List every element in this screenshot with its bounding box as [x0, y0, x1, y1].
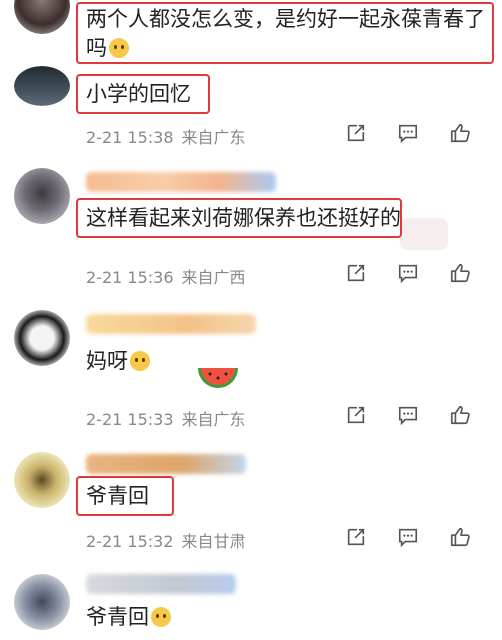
comment-item-6: 爷青回: [0, 570, 502, 640]
avatar[interactable]: [14, 66, 70, 106]
comment-text-content: 妈呀: [86, 349, 128, 373]
username[interactable]: [86, 314, 256, 334]
share-button[interactable]: [330, 402, 382, 428]
comment-text: 爷青回: [86, 602, 171, 632]
crying-emoji-icon: [130, 351, 150, 371]
comment-date: 2-21 15:33: [86, 410, 174, 429]
comment-text-line2: 吗: [86, 33, 129, 63]
comment-item-5: 爷青回 2-21 15:32 来自甘肃: [0, 446, 502, 576]
comment-actions: [330, 402, 486, 428]
comment-button[interactable]: [382, 524, 434, 550]
avatar[interactable]: [14, 168, 70, 224]
comment-icon: [398, 406, 418, 426]
username[interactable]: [86, 454, 246, 474]
like-button[interactable]: [434, 402, 486, 428]
comment-text-content: 爷青回: [86, 605, 149, 629]
avatar[interactable]: [14, 310, 70, 366]
comment-meta: 2-21 15:36 来自广西: [86, 264, 254, 288]
comment-location: 来自广东: [181, 410, 246, 429]
like-button[interactable]: [434, 524, 486, 550]
thumbs-up-icon: [450, 263, 470, 283]
watermelon-sticker-icon: [198, 368, 238, 388]
avatar[interactable]: [14, 452, 70, 508]
comment-button[interactable]: [382, 120, 434, 146]
comment-item-1: 两个人都没怎么变，是约好一起永葆青春了 吗: [0, 0, 502, 72]
username[interactable]: [86, 172, 276, 192]
comment-date: 2-21 15:38: [86, 128, 174, 147]
avatar[interactable]: [14, 574, 70, 630]
astonished-emoji-icon: [109, 38, 129, 58]
comment-actions: [330, 524, 486, 550]
comment-text: 小学的回忆: [86, 82, 191, 106]
comment-text: 两个人都没怎么变，是约好一起永葆青春了: [86, 7, 485, 31]
comment-text: 妈呀: [86, 346, 150, 376]
share-button[interactable]: [330, 524, 382, 550]
comment-actions: [330, 120, 486, 146]
comment-meta: 2-21 15:32 来自甘肃: [86, 528, 254, 552]
comment-location: 来自广东: [181, 128, 246, 147]
decorative-sticker: [400, 218, 448, 250]
comment-date: 2-21 15:32: [86, 532, 174, 551]
comment-text-line2-content: 吗: [86, 36, 107, 60]
share-button[interactable]: [330, 260, 382, 286]
comment-item-3: 这样看起来刘荷娜保养也还挺好的 2-21 15:36 来自广西: [0, 160, 502, 300]
comment-icon: [398, 528, 418, 548]
like-button[interactable]: [434, 120, 486, 146]
thumbs-up-icon: [450, 527, 470, 547]
comment-button[interactable]: [382, 402, 434, 428]
share-icon: [347, 264, 365, 282]
comment-actions: [330, 260, 486, 286]
like-button[interactable]: [434, 260, 486, 286]
comment-icon: [398, 264, 418, 284]
comment-meta: 2-21 15:33 来自广东: [86, 406, 254, 430]
comment-date: 2-21 15:36: [86, 268, 174, 287]
share-icon: [347, 406, 365, 424]
comment-item-2: 小学的回忆 2-21 15:38 来自广东: [0, 66, 502, 150]
comment-text: 爷青回: [86, 484, 149, 508]
comment-meta: 2-21 15:38 来自广东: [86, 124, 254, 148]
thumbs-up-icon: [450, 405, 470, 425]
comment-text: 这样看起来刘荷娜保养也还挺好的: [86, 206, 401, 230]
share-icon: [347, 528, 365, 546]
comment-button[interactable]: [382, 260, 434, 286]
thumbs-up-icon: [450, 123, 470, 143]
crying-emoji-icon: [151, 607, 171, 627]
username[interactable]: [86, 574, 236, 594]
comment-location: 来自甘肃: [181, 532, 246, 551]
share-button[interactable]: [330, 120, 382, 146]
comment-location: 来自广西: [181, 268, 246, 287]
comment-icon: [398, 124, 418, 144]
comment-item-4: 妈呀 2-21 15:33 来自广东: [0, 302, 502, 442]
share-icon: [347, 124, 365, 142]
avatar[interactable]: [14, 0, 70, 34]
